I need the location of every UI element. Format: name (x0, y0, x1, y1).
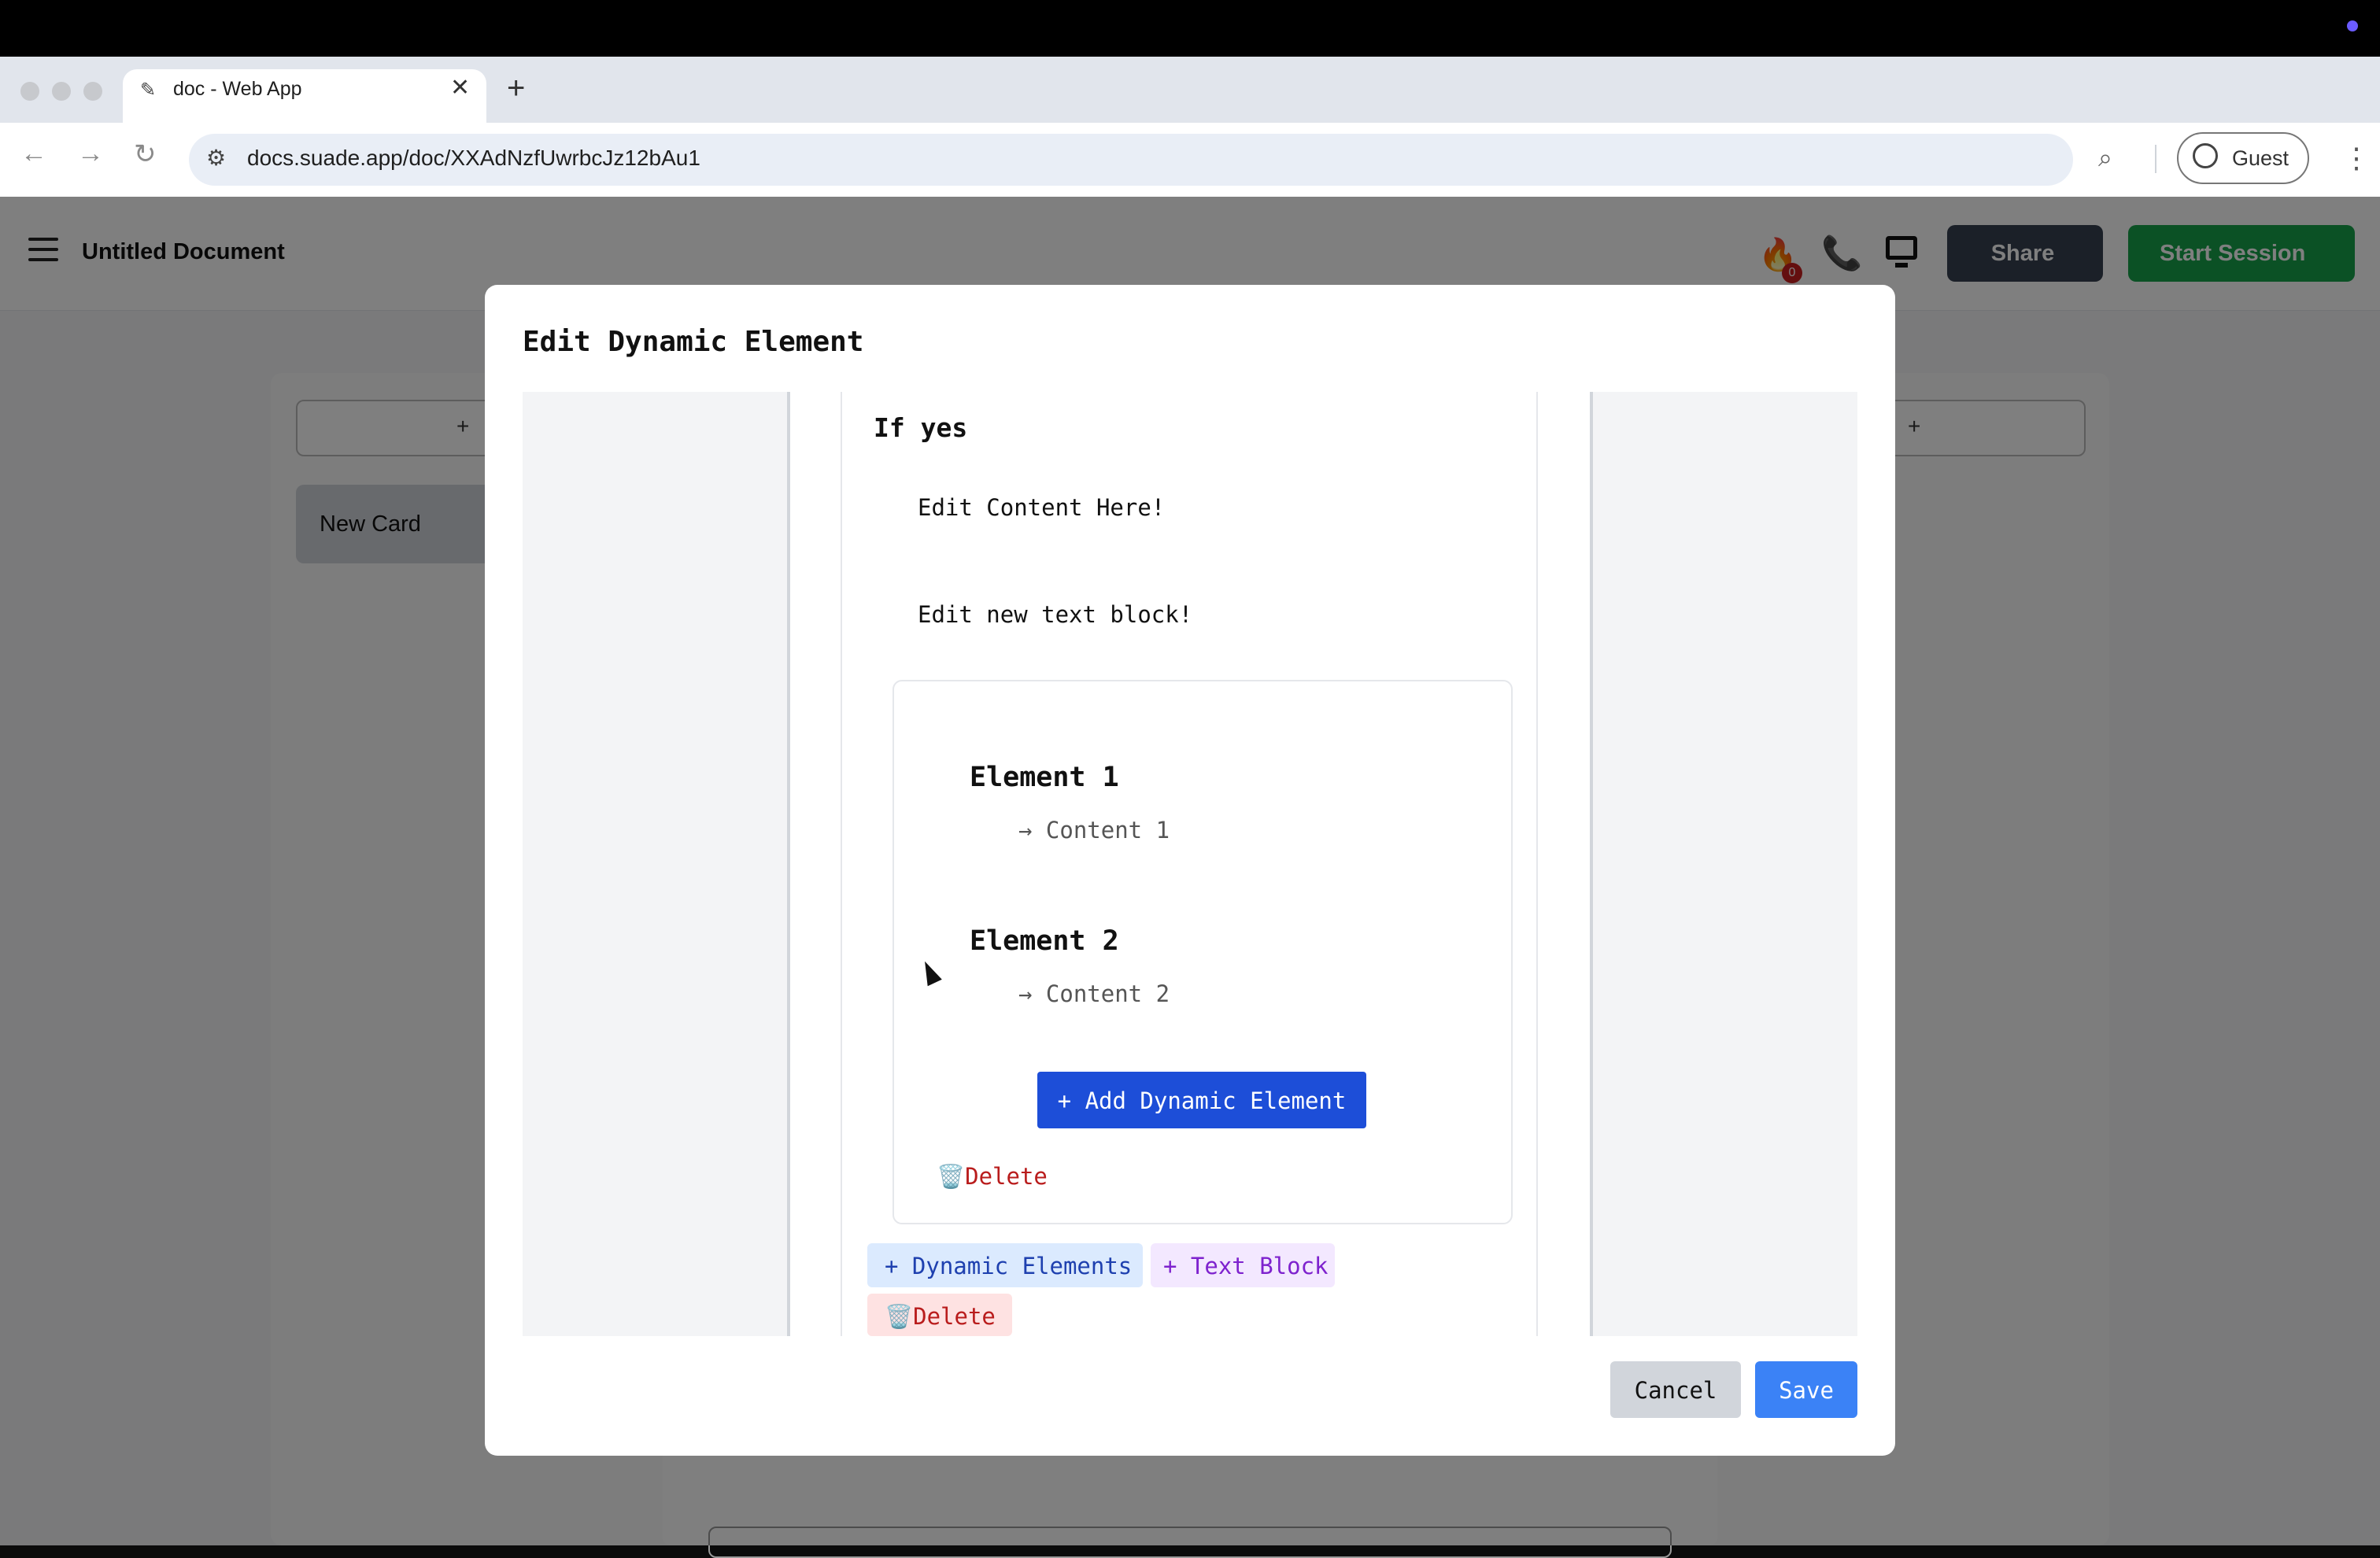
status-dot-icon (2347, 20, 2358, 31)
window-close-icon[interactable] (20, 82, 39, 101)
profile-label: Guest (2232, 146, 2289, 170)
tab-close-icon[interactable]: ✕ (450, 74, 470, 102)
delete-dynamic-group-button[interactable]: 🗑️Delete (937, 1163, 1048, 1191)
window-minimize-icon[interactable] (52, 82, 71, 101)
cancel-label: Cancel (1634, 1377, 1717, 1404)
dynamic-element-title[interactable]: Element 1 (970, 762, 1119, 793)
os-menu-bar (0, 0, 2380, 57)
right-panel-border (1590, 392, 1593, 1336)
site-settings-icon[interactable]: ⚙ (206, 145, 226, 171)
branch-label: If yes (874, 412, 968, 443)
browser-menu-icon[interactable]: ⋮ (2342, 142, 2371, 175)
tab-favicon-icon: ✎ (140, 79, 157, 101)
save-label: Save (1779, 1377, 1834, 1404)
dynamic-element-content[interactable]: → Content 2 (1018, 980, 1170, 1007)
text-block[interactable]: Edit new text block! (918, 601, 1192, 628)
right-panel (1590, 392, 1857, 1336)
add-text-block-label: + Text Block (1163, 1253, 1329, 1279)
tab-title: doc - Web App (173, 78, 302, 100)
profile-avatar-icon (2193, 143, 2218, 168)
add-dynamic-elements-label: + Dynamic Elements (885, 1253, 1133, 1279)
window-zoom-icon[interactable] (83, 82, 102, 101)
left-panel-border (787, 392, 790, 1336)
back-icon[interactable]: ← (20, 138, 47, 169)
toolbar-divider (2155, 145, 2156, 173)
dynamic-element-content[interactable]: → Content 1 (1018, 817, 1170, 844)
add-dynamic-element-label: + Add Dynamic Element (1057, 1087, 1347, 1114)
new-tab-button[interactable]: + (507, 71, 525, 106)
reload-icon[interactable]: ↻ (134, 138, 157, 170)
lens-search-icon[interactable]: ⌕ (2098, 143, 2112, 173)
delete-branch-label: 🗑️Delete (885, 1303, 996, 1330)
left-panel (523, 392, 790, 1336)
modal-title: Edit Dynamic Element (523, 326, 864, 358)
forward-icon[interactable]: → (77, 138, 104, 169)
url-text[interactable]: docs.suade.app/doc/XXAdNzfUwrbcJz12bAu1 (247, 146, 700, 171)
text-block[interactable]: Edit Content Here! (918, 494, 1165, 521)
dynamic-element-title[interactable]: Element 2 (970, 925, 1119, 957)
